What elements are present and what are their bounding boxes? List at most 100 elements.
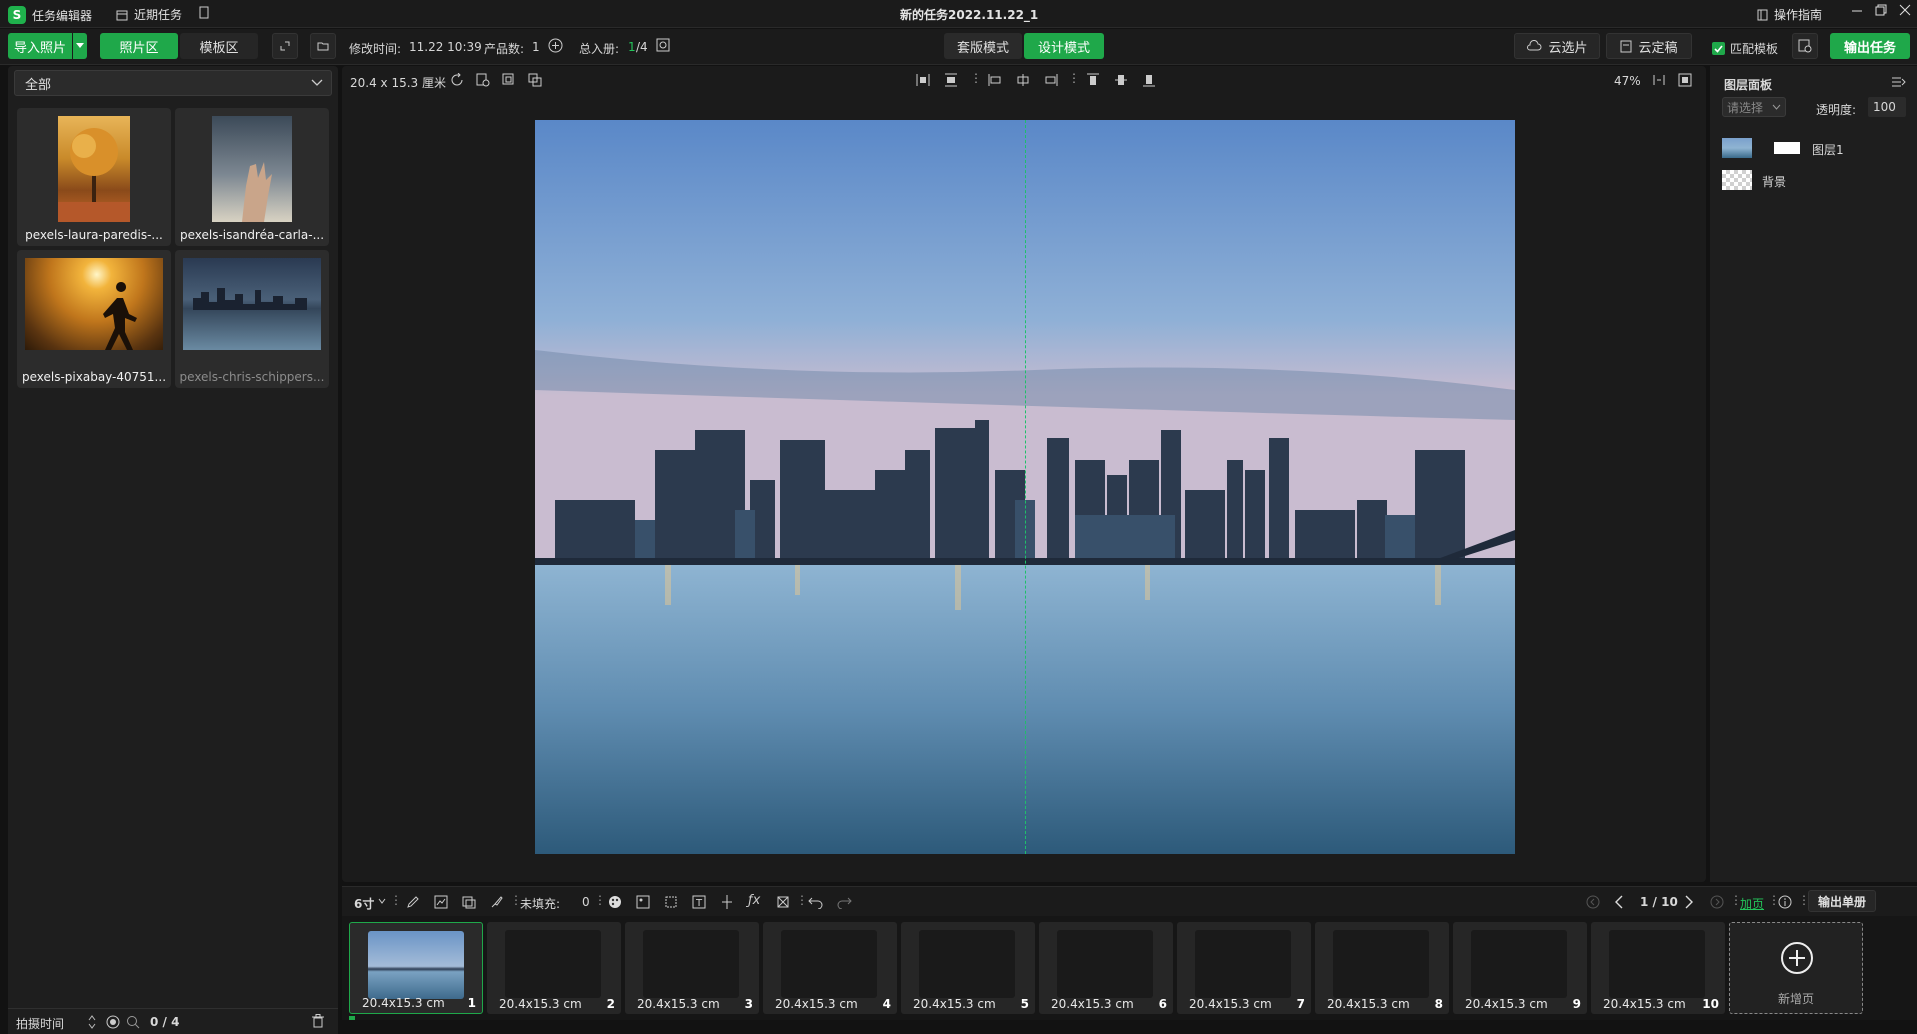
cloud-final-button[interactable]: 云定稿 <box>1606 33 1692 59</box>
export-task-button[interactable]: 输出任务 <box>1830 33 1910 59</box>
crop-icon[interactable] <box>664 895 678 909</box>
close-icon[interactable] <box>1899 4 1911 16</box>
page-size: 20.4x15.3 cm <box>1603 997 1686 1011</box>
new-page-button[interactable]: 新增页 <box>1729 922 1863 1014</box>
image-frame-icon[interactable] <box>434 895 448 909</box>
sort-order-icon[interactable] <box>88 1015 96 1029</box>
redo-icon[interactable] <box>836 895 852 909</box>
transform-icon[interactable] <box>776 895 790 909</box>
trash-icon[interactable] <box>312 1014 324 1028</box>
text-icon[interactable]: T <box>692 895 706 909</box>
active-page-indicator <box>349 1016 355 1020</box>
match-template-checkbox[interactable]: 匹配模板 <box>1712 40 1778 57</box>
palette-icon[interactable] <box>608 895 622 909</box>
page-thumbnail[interactable]: 20.4x15.3 cm 4 <box>763 922 897 1014</box>
guide-line-icon[interactable] <box>720 895 734 909</box>
radio-icon[interactable] <box>106 1015 120 1029</box>
page-thumbnail[interactable]: 20.4x15.3 cm 8 <box>1315 922 1449 1014</box>
function-icon[interactable]: ƒx <box>748 893 760 908</box>
align-right-icon[interactable] <box>1044 73 1058 87</box>
next-page-icon[interactable] <box>1684 895 1694 909</box>
photo-card[interactable]: pexels-isandréa-carla-... <box>175 108 329 246</box>
photo-name: pexels-isandréa-carla-... <box>179 228 325 242</box>
layer-row[interactable]: 背景 <box>1722 168 1912 192</box>
caret-down-icon <box>76 43 84 49</box>
print-size-select[interactable]: 6寸 <box>354 895 374 912</box>
rotate-icon[interactable] <box>450 73 464 87</box>
export-single-button[interactable]: 输出单册 <box>1808 890 1876 912</box>
overlay-icon[interactable] <box>462 895 476 909</box>
import-photos-button[interactable]: 导入照片 <box>8 33 72 59</box>
page-preview <box>505 930 601 998</box>
cloud-select-button[interactable]: 云选片 <box>1514 33 1600 59</box>
page-thumbnail[interactable]: 20.4x15.3 cm 6 <box>1039 922 1173 1014</box>
layer-row[interactable]: 图层1 <box>1722 136 1912 160</box>
tab-photo-area[interactable]: 照片区 <box>100 33 178 59</box>
document-settings-icon[interactable] <box>476 73 490 87</box>
expand-button[interactable] <box>272 33 298 59</box>
align-top-edge-icon[interactable] <box>944 73 958 87</box>
app-menu[interactable]: S 任务编辑器 <box>8 6 92 24</box>
align-middle-icon[interactable] <box>1114 73 1128 87</box>
panel-collapse-icon[interactable] <box>1892 76 1906 88</box>
page-preview <box>1609 930 1705 998</box>
book-view-icon[interactable] <box>656 38 671 53</box>
photo-panel-footer: 拍摄时间 0 / 4 <box>8 1008 338 1034</box>
photo-card[interactable]: pexels-pixabay-40751... <box>17 250 171 388</box>
chevron-down-icon <box>378 898 386 904</box>
template-settings-button[interactable] <box>1792 33 1818 59</box>
opacity-input[interactable]: 100 <box>1868 97 1906 117</box>
fit-width-icon[interactable] <box>1652 73 1666 87</box>
guide-button[interactable]: 操作指南 <box>1757 6 1822 23</box>
zoom-level[interactable]: 47% <box>1614 74 1641 88</box>
align-left-edge-icon[interactable] <box>916 73 930 87</box>
brush-icon[interactable] <box>490 895 504 909</box>
last-page-icon[interactable] <box>1710 895 1724 909</box>
page-thumbnail[interactable]: 20.4x15.3 cm 2 <box>487 922 621 1014</box>
add-product-icon[interactable] <box>548 38 563 53</box>
layer-mask-thumbnail <box>1774 142 1800 154</box>
set-mode-button[interactable]: 套版模式 <box>944 33 1022 59</box>
recent-tasks-label: 近期任务 <box>134 8 183 22</box>
edit-icon[interactable] <box>406 895 420 909</box>
page-thumbnail[interactable]: 20.4x15.3 cm 5 <box>901 922 1035 1014</box>
page-thumbnail[interactable]: 20.4x15.3 cm 1 <box>349 922 483 1014</box>
undo-icon[interactable] <box>808 895 824 909</box>
page-thumbnail[interactable]: 20.4x15.3 cm 7 <box>1177 922 1311 1014</box>
sort-label[interactable]: 拍摄时间 <box>16 1015 64 1032</box>
photo-panel: 全部 pexels-laura-paredis-... pexels-isand… <box>8 66 338 1034</box>
photo-card[interactable]: pexels-chris-schippers... <box>175 250 329 388</box>
folder-button[interactable] <box>310 33 336 59</box>
blend-mode-select[interactable]: 请选择 <box>1722 97 1786 117</box>
info-icon[interactable] <box>1778 895 1792 909</box>
copy-icon[interactable] <box>528 73 542 87</box>
align-center-h-icon[interactable] <box>1016 73 1030 87</box>
minimize-icon[interactable] <box>1851 4 1863 16</box>
canvas-photo[interactable] <box>535 120 1515 854</box>
separator-dots-icon: ⋮ <box>970 71 982 85</box>
align-top-icon[interactable] <box>1086 73 1100 87</box>
zoom-icon[interactable] <box>126 1015 140 1029</box>
align-bottom-icon[interactable] <box>1142 73 1156 87</box>
notebook-icon[interactable] <box>198 6 210 19</box>
page-thumbnail[interactable]: 20.4x15.3 cm 9 <box>1453 922 1587 1014</box>
first-page-icon[interactable] <box>1586 895 1600 909</box>
align-left-icon[interactable] <box>988 73 1002 87</box>
add-page-link[interactable]: 加页 <box>1740 895 1764 912</box>
layer-panel-title: 图层面板 <box>1724 78 1773 92</box>
photo-filter-select[interactable]: 全部 <box>14 70 332 96</box>
total-rest: /4 <box>636 40 648 54</box>
prev-page-icon[interactable] <box>1614 895 1624 909</box>
recent-tasks-button[interactable]: 近期任务 <box>116 6 182 23</box>
page-thumbnail[interactable]: 20.4x15.3 cm 3 <box>625 922 759 1014</box>
photo-card[interactable]: pexels-laura-paredis-... <box>17 108 171 246</box>
restore-icon[interactable] <box>1875 4 1887 16</box>
page-number: 5 <box>1020 997 1029 1011</box>
fullscreen-icon[interactable] <box>1678 73 1692 87</box>
image-replace-icon[interactable] <box>636 895 650 909</box>
layers-settings-icon[interactable] <box>502 73 516 87</box>
tab-template-area[interactable]: 模板区 <box>180 33 258 59</box>
page-thumbnail[interactable]: 20.4x15.3 cm 10 <box>1591 922 1725 1014</box>
import-dropdown-button[interactable] <box>73 33 87 59</box>
design-mode-button[interactable]: 设计模式 <box>1024 33 1104 59</box>
